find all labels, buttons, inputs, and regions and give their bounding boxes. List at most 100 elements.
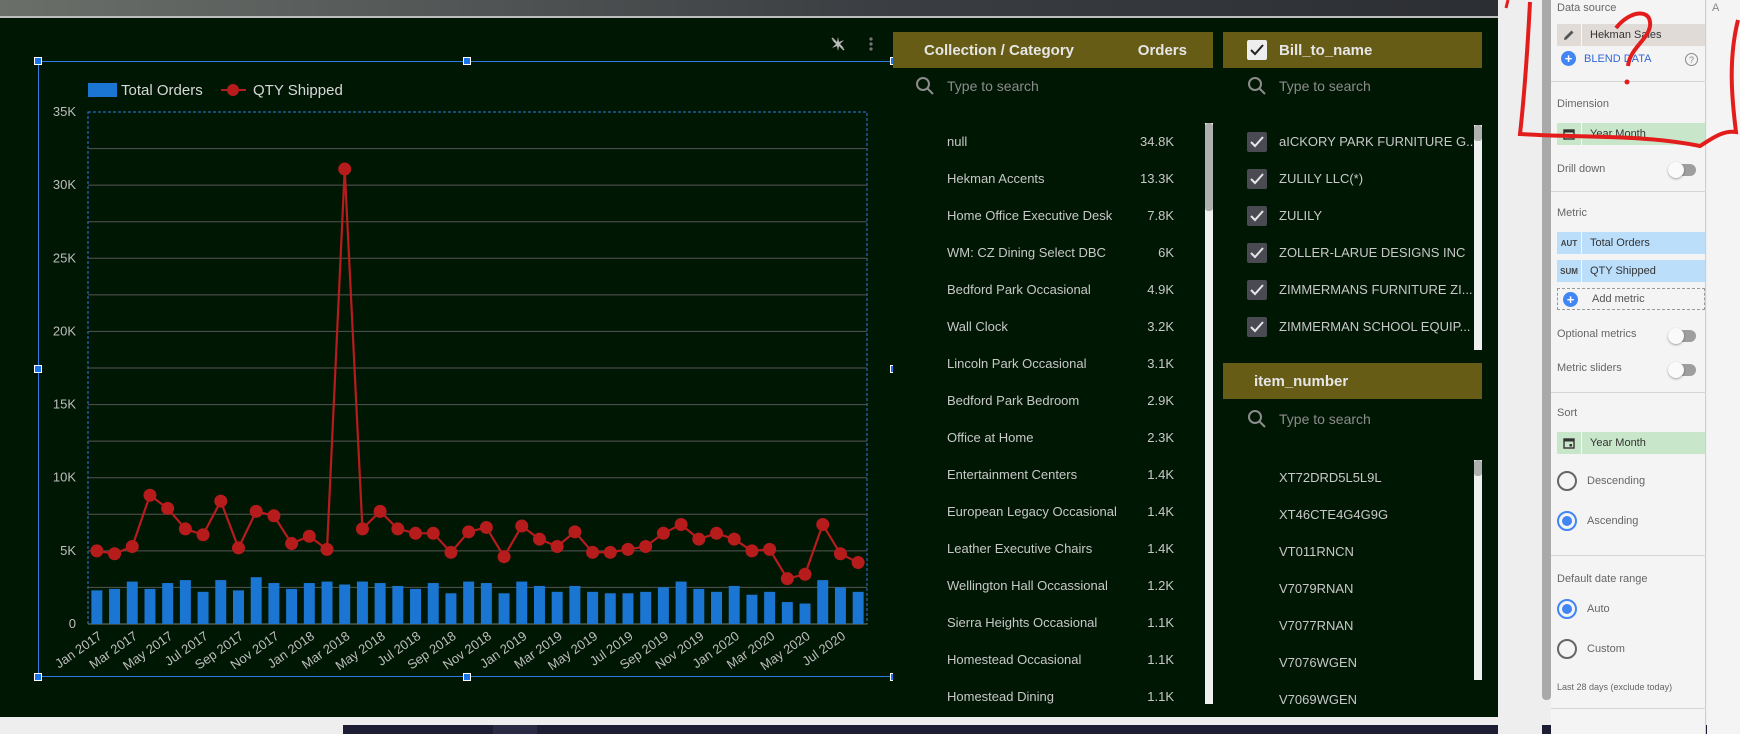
bill-to-name-header[interactable]: Bill_to_name (1223, 32, 1482, 68)
filter-option[interactable]: V7079RNAN (1279, 570, 1353, 607)
table-row[interactable]: Lincoln Park Occasional 3.1K (893, 345, 1203, 382)
blend-data-button[interactable]: + BLEND DATA (1561, 51, 1651, 66)
table-row[interactable]: Sierra Heights Occasional 1.1K (893, 604, 1203, 641)
line-qty-shipped (96, 168, 859, 580)
aggregation-badge[interactable]: SUM (1557, 260, 1582, 282)
option-checkbox[interactable] (1247, 168, 1267, 189)
table-row[interactable]: WM: CZ Dining Select DBC 6K (893, 234, 1203, 271)
table-row[interactable]: Bedford Park Occasional 4.9K (893, 271, 1203, 308)
table-row[interactable]: Home Office Executive Desk 7.8K (893, 197, 1203, 234)
filter-option[interactable]: XT72DRD5L5L9L (1279, 459, 1382, 496)
collection-search[interactable]: Type to search (915, 68, 1205, 104)
option-checkbox[interactable] (1247, 205, 1267, 226)
style-tab-letter[interactable]: A (1712, 2, 1719, 14)
properties-scrollbar[interactable] (1542, 0, 1551, 700)
taskbar-item[interactable] (493, 725, 537, 734)
filter-option[interactable]: VT011RNCN (1279, 533, 1354, 570)
table-row[interactable]: Bedford Park Bedroom 2.9K (893, 382, 1203, 419)
sort-descending-radio[interactable] (1557, 471, 1577, 491)
dimension-chip[interactable]: Year Month (1557, 123, 1705, 145)
table-row[interactable]: Wellington Hall Occassional 1.2K (893, 567, 1203, 604)
collection-scrollbar[interactable] (1205, 123, 1213, 704)
point-qty-shipped (90, 544, 104, 558)
table-row[interactable]: Homestead Dining 1.1K (893, 678, 1203, 715)
date-range-custom-radio[interactable] (1557, 639, 1577, 659)
table-row[interactable]: Homestead Occasional 1.1K (893, 641, 1203, 678)
select-all-checkbox[interactable] (1247, 40, 1267, 60)
option-checkbox[interactable] (1247, 242, 1267, 263)
point-qty-shipped (267, 509, 281, 523)
table-row[interactable]: Hekman Accents 13.3K (893, 160, 1203, 197)
filter-option[interactable]: V7069WGEN (1279, 681, 1357, 718)
option-checkbox[interactable] (1247, 131, 1267, 152)
filter-option[interactable]: aICKORY PARK FURNITURE G... (1247, 123, 1477, 160)
date-range-auto-radio[interactable] (1557, 599, 1577, 619)
filter-option[interactable]: ZIMMERMAN SCHOOL EQUIP... (1247, 308, 1470, 345)
point-qty-shipped (108, 547, 122, 561)
report-canvas[interactable]: Total Orders QTY Shipped 0 5K 10K 15K 20K 25K… (0, 18, 1498, 717)
help-icon[interactable]: ? (1685, 53, 1698, 66)
add-metric-button[interactable]: + Add metric (1557, 288, 1705, 310)
pencil-icon[interactable] (1557, 24, 1582, 46)
point-qty-shipped (639, 539, 653, 553)
item-number-header[interactable]: item_number (1223, 363, 1482, 399)
sort-ascending-radio[interactable] (1557, 511, 1577, 531)
legend-swatch-total-orders (88, 83, 117, 97)
item-number-scroll-thumb[interactable] (1474, 460, 1482, 476)
data-source-chip[interactable]: Hekman Sales (1557, 24, 1705, 46)
point-qty-shipped (532, 532, 546, 546)
point-qty-shipped (763, 542, 777, 556)
filter-option[interactable]: V7076WGEN (1279, 644, 1357, 681)
column-header-collection[interactable]: Collection / Category (924, 42, 1074, 59)
table-row[interactable]: Leather Executive Chairs 1.4K (893, 530, 1203, 567)
item-number-search[interactable]: Type to search (1247, 401, 1477, 437)
y-tick-label: 30K (53, 177, 76, 192)
aggregation-badge[interactable]: AUT (1557, 232, 1582, 254)
point-qty-shipped (338, 162, 352, 176)
bar-total-orders (303, 583, 315, 624)
filter-option[interactable]: V7077RNAN (1279, 607, 1353, 644)
optional-metrics-toggle[interactable] (1668, 328, 1696, 344)
collection-table-header[interactable]: Collection / Category Orders (893, 32, 1213, 68)
metric-chip-total-orders[interactable]: AUT Total Orders (1557, 232, 1705, 254)
drill-down-toggle[interactable] (1668, 162, 1696, 178)
row-label: Home Office Executive Desk (947, 208, 1113, 223)
option-checkbox[interactable] (1247, 316, 1267, 337)
point-qty-shipped (231, 541, 245, 555)
filter-option[interactable]: ZOLLER-LARUE DESIGNS INC (1247, 234, 1465, 271)
bar-total-orders (675, 581, 687, 624)
column-header-orders[interactable]: Orders (1138, 42, 1187, 59)
item-number-search-placeholder[interactable]: Type to search (1279, 411, 1371, 427)
filter-option[interactable]: ZULILY LLC(*) (1247, 160, 1363, 197)
option-checkbox[interactable] (1247, 279, 1267, 300)
collection-scroll-thumb[interactable] (1205, 123, 1213, 211)
bill-to-name-scroll-thumb[interactable] (1474, 125, 1482, 141)
metric-name: Total Orders (1590, 237, 1650, 249)
point-qty-shipped (798, 567, 812, 581)
metric-sliders-toggle[interactable] (1668, 362, 1696, 378)
filter-option[interactable]: ZULILY (1247, 197, 1322, 234)
table-row[interactable]: Office at Home 2.3K (893, 419, 1203, 456)
point-qty-shipped (851, 556, 865, 570)
sort-descending-label: Descending (1587, 475, 1646, 487)
bill-to-name-search-placeholder[interactable]: Type to search (1279, 78, 1371, 94)
option-label: V7079RNAN (1279, 581, 1354, 596)
item-number-scrollbar[interactable] (1474, 460, 1482, 680)
table-row[interactable]: Entertainment Centers 1.4K (893, 456, 1203, 493)
point-qty-shipped (656, 526, 670, 540)
table-row[interactable]: Wall Clock 3.2K (893, 308, 1203, 345)
filter-option[interactable]: XT46CTE4G4G9G (1279, 496, 1388, 533)
metric-chip-qty-shipped[interactable]: SUM QTY Shipped (1557, 260, 1705, 282)
bill-to-name-search[interactable]: Type to search (1247, 68, 1477, 104)
sort-chip[interactable]: Year Month (1557, 432, 1705, 454)
row-label: Entertainment Centers (947, 467, 1078, 482)
table-row[interactable]: European Legacy Occasional 1.4K (893, 493, 1203, 530)
bar-total-orders (516, 581, 528, 624)
filter-option[interactable]: ZIMMERMANS FURNITURE ZI... (1247, 271, 1473, 308)
y-tick-label: 20K (53, 323, 76, 338)
collection-search-placeholder[interactable]: Type to search (947, 78, 1039, 94)
row-label: Bedford Park Occasional (947, 282, 1091, 297)
table-row[interactable]: null 34.8K (893, 123, 1203, 160)
bill-to-name-scrollbar[interactable] (1474, 125, 1482, 353)
bill-to-name-title: Bill_to_name (1279, 41, 1373, 59)
